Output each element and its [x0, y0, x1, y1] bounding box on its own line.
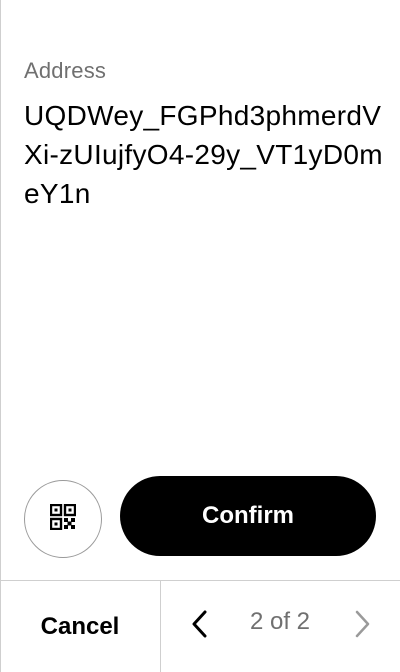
- page-indicator: 2 of 2: [249, 608, 311, 635]
- address-value: UQDWey_FGPhd3phmerdVXi-zUIujfyO4-29y_VT1…: [24, 100, 383, 209]
- previous-page-button[interactable]: [180, 600, 220, 652]
- cancel-button[interactable]: Cancel: [0, 581, 160, 672]
- chevron-right-icon: [352, 609, 372, 644]
- chevron-left-icon: [190, 609, 210, 644]
- confirm-button[interactable]: Confirm: [120, 476, 376, 556]
- qr-code-icon: [49, 503, 77, 535]
- address-label: Address: [24, 58, 107, 83]
- show-qr-button[interactable]: [24, 480, 102, 558]
- cancel-button-label: Cancel: [40, 612, 120, 640]
- confirm-button-label: Confirm: [202, 502, 294, 529]
- screen-left-edge: [0, 0, 1, 672]
- footer-vertical-divider: [160, 580, 161, 672]
- next-page-button[interactable]: [342, 600, 382, 652]
